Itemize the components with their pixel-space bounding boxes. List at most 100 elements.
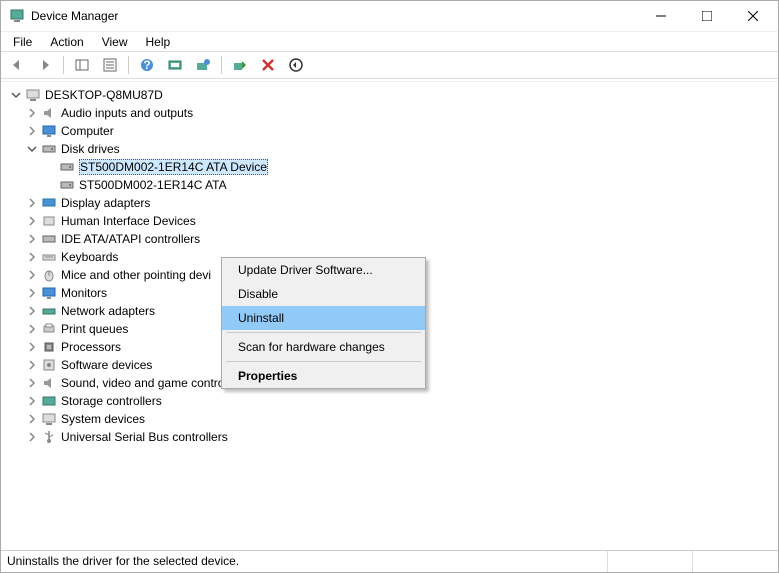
software-icon: [41, 357, 57, 373]
blank-expander: [43, 178, 57, 192]
audio-icon: [41, 375, 57, 391]
mouse-icon: [41, 267, 57, 283]
hid-icon: [41, 213, 57, 229]
expand-icon[interactable]: [25, 340, 39, 354]
back-button[interactable]: [5, 54, 29, 76]
help-button[interactable]: ?: [135, 54, 159, 76]
status-bar: Uninstalls the driver for the selected d…: [1, 550, 778, 572]
tree-label: Sound, video and game controllers: [61, 376, 246, 390]
keyboard-icon: [41, 249, 57, 265]
tree-label: Audio inputs and outputs: [61, 106, 193, 120]
expand-icon[interactable]: [25, 322, 39, 336]
menu-file[interactable]: File: [5, 33, 40, 51]
tree-item-display[interactable]: Display adapters: [9, 194, 778, 212]
tree-label: Human Interface Devices: [61, 214, 196, 228]
expand-icon[interactable]: [25, 358, 39, 372]
storage-icon: [41, 393, 57, 409]
scan-hardware-button[interactable]: [163, 54, 187, 76]
expand-icon[interactable]: [25, 250, 39, 264]
tree-label: Computer: [61, 124, 114, 138]
toolbar: ?: [1, 51, 778, 79]
expand-icon[interactable]: [25, 106, 39, 120]
tree-item-disk-device-2[interactable]: ST500DM002-1ER14C ATA: [9, 176, 778, 194]
enable-button[interactable]: [228, 54, 252, 76]
device-tree[interactable]: DESKTOP-Q8MU87D Audio inputs and outputs…: [1, 81, 778, 550]
menu-help[interactable]: Help: [138, 33, 179, 51]
toolbar-separator: [63, 56, 64, 74]
forward-button[interactable]: [33, 54, 57, 76]
context-update-driver[interactable]: Update Driver Software...: [222, 258, 425, 282]
toolbar-separator: [128, 56, 129, 74]
tree-item-audio[interactable]: Audio inputs and outputs: [9, 104, 778, 122]
network-icon: [41, 303, 57, 319]
cpu-icon: [41, 339, 57, 355]
disable-button[interactable]: [284, 54, 308, 76]
printer-icon: [41, 321, 57, 337]
usb-icon: [41, 429, 57, 445]
tree-label: ST500DM002-1ER14C ATA: [79, 178, 227, 192]
tree-label: System devices: [61, 412, 145, 426]
tree-label: Universal Serial Bus controllers: [61, 430, 228, 444]
tree-label: ST500DM002-1ER14C ATA Device: [79, 159, 268, 175]
tree-item-ide[interactable]: IDE ATA/ATAPI controllers: [9, 230, 778, 248]
update-driver-button[interactable]: [191, 54, 215, 76]
tree-label: Software devices: [61, 358, 152, 372]
tree-item-system[interactable]: System devices: [9, 410, 778, 428]
expand-icon[interactable]: [25, 412, 39, 426]
collapse-icon[interactable]: [9, 88, 23, 102]
monitor-icon: [41, 123, 57, 139]
tree-item-storage[interactable]: Storage controllers: [9, 392, 778, 410]
tree-item-computer[interactable]: Computer: [9, 122, 778, 140]
expand-icon[interactable]: [25, 232, 39, 246]
system-icon: [41, 411, 57, 427]
tree-label: IDE ATA/ATAPI controllers: [61, 232, 200, 246]
tree-label: Storage controllers: [61, 394, 162, 408]
expand-icon[interactable]: [25, 304, 39, 318]
expand-icon[interactable]: [25, 214, 39, 228]
blank-expander: [43, 160, 57, 174]
context-scan[interactable]: Scan for hardware changes: [222, 335, 425, 359]
tree-item-hid[interactable]: Human Interface Devices: [9, 212, 778, 230]
collapse-icon[interactable]: [25, 142, 39, 156]
tree-label: Mice and other pointing devi: [61, 268, 211, 282]
context-disable[interactable]: Disable: [222, 282, 425, 306]
expand-icon[interactable]: [25, 124, 39, 138]
status-cell: [608, 551, 693, 572]
menu-view[interactable]: View: [94, 33, 136, 51]
tree-item-usb[interactable]: Universal Serial Bus controllers: [9, 428, 778, 446]
disk-icon: [59, 159, 75, 175]
ide-icon: [41, 231, 57, 247]
show-hide-console-button[interactable]: [70, 54, 94, 76]
tree-label: Monitors: [61, 286, 107, 300]
computer-icon: [25, 87, 41, 103]
properties-button[interactable]: [98, 54, 122, 76]
status-text: Uninstalls the driver for the selected d…: [1, 551, 608, 572]
tree-item-disk-drives[interactable]: Disk drives: [9, 140, 778, 158]
audio-icon: [41, 105, 57, 121]
tree-label: Network adapters: [61, 304, 155, 318]
tree-item-disk-device-1[interactable]: ST500DM002-1ER14C ATA Device: [9, 158, 778, 176]
maximize-button[interactable]: [684, 1, 730, 31]
uninstall-button[interactable]: [256, 54, 280, 76]
window-title: Device Manager: [31, 9, 638, 23]
expand-icon[interactable]: [25, 268, 39, 282]
context-uninstall[interactable]: Uninstall: [222, 306, 425, 330]
context-properties[interactable]: Properties: [222, 364, 425, 388]
svg-text:?: ?: [143, 58, 150, 72]
context-menu: Update Driver Software... Disable Uninst…: [221, 257, 426, 389]
tree-label: Disk drives: [61, 142, 120, 156]
menu-action[interactable]: Action: [42, 33, 91, 51]
expand-icon[interactable]: [25, 394, 39, 408]
context-separator: [226, 361, 421, 362]
close-button[interactable]: [730, 1, 776, 31]
expand-icon[interactable]: [25, 196, 39, 210]
expand-icon[interactable]: [25, 376, 39, 390]
minimize-button[interactable]: [638, 1, 684, 31]
tree-label: Print queues: [61, 322, 128, 336]
monitor-icon: [41, 285, 57, 301]
expand-icon[interactable]: [25, 286, 39, 300]
tree-root[interactable]: DESKTOP-Q8MU87D: [9, 86, 778, 104]
menubar: File Action View Help: [1, 31, 778, 51]
expand-icon[interactable]: [25, 430, 39, 444]
tree-root-label: DESKTOP-Q8MU87D: [45, 88, 163, 102]
